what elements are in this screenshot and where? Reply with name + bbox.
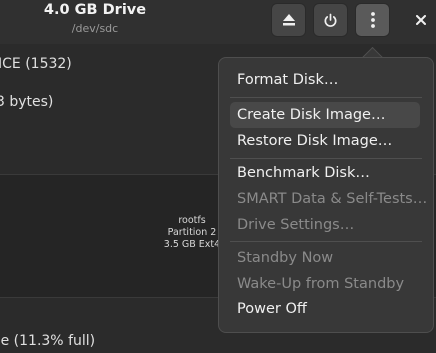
model-value: ICE (1532) (0, 56, 72, 72)
eject-button[interactable] (271, 3, 306, 37)
window-subtitle: /dev/sdc (71, 22, 119, 35)
power-icon (324, 13, 337, 27)
menu-item-format-disk[interactable]: Format Disk… (230, 67, 420, 93)
eject-icon (282, 14, 295, 26)
menu-separator (230, 158, 422, 159)
window-title: 4.0 GB Drive (43, 2, 147, 18)
menu-item-drive-settings[interactable]: Drive Settings… (230, 212, 420, 238)
menu-separator (230, 241, 422, 242)
close-icon (415, 15, 426, 25)
menu-item-power-off[interactable]: Power Off (230, 296, 420, 322)
menu-item-create-disk-image[interactable]: Create Disk Image… (230, 102, 420, 128)
close-button[interactable] (405, 3, 436, 37)
header-bar: 4.0 GB Drive /dev/sdc (0, 0, 436, 44)
more-icon (370, 12, 375, 28)
size-value: 3 bytes) (0, 94, 54, 110)
menu-separator (230, 97, 422, 98)
drive-menu-popover: Format Disk… Create Disk Image… Restore … (218, 57, 434, 333)
menu-item-restore-disk-image[interactable]: Restore Disk Image… (230, 128, 420, 154)
power-button[interactable] (313, 3, 348, 37)
menu-item-standby-now[interactable]: Standby Now (230, 245, 420, 271)
menu-item-benchmark-disk[interactable]: Benchmark Disk… (230, 160, 420, 186)
usage-value: ee (11.3% full) (0, 333, 96, 349)
menu-item-wake-up[interactable]: Wake-Up from Standby (230, 271, 420, 297)
menu-item-smart-data[interactable]: SMART Data & Self-Tests… (230, 186, 427, 212)
menu-button[interactable] (355, 3, 390, 37)
